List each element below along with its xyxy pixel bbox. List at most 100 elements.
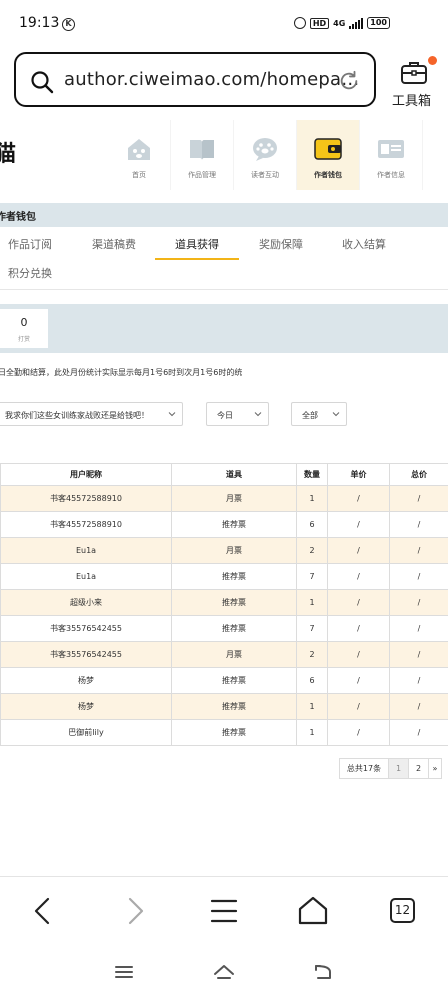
paw-chat-icon: [253, 138, 277, 161]
main-nav: 首页 作品管理 读者互动 作者钱包 作者信息: [108, 120, 423, 190]
cell-unit-price: /: [327, 537, 390, 564]
cell-item: 推荐票: [171, 563, 297, 590]
book-select-value: 我求你们这些女训练家战败还是给钱吧！: [5, 411, 149, 420]
active-tab-underline: [155, 258, 239, 260]
wallet-icon: [314, 138, 342, 160]
tab-income-settlement[interactable]: 收入结算: [342, 236, 386, 252]
tab-points-exchange[interactable]: 积分兑换: [8, 265, 52, 281]
cell-unit-price: /: [327, 719, 390, 746]
reload-icon[interactable]: [338, 70, 360, 92]
cell-quantity: 1: [296, 485, 328, 512]
tab-items-received[interactable]: 道具获得: [175, 236, 219, 252]
cell-nickname: Eu1a: [0, 537, 172, 564]
cell-total-price: /: [389, 615, 448, 642]
stats-band: [0, 304, 448, 353]
tab-switcher-button[interactable]: 12: [390, 898, 415, 923]
pagination: 总共17条 1 2 »: [339, 758, 442, 779]
tab-reward-guarantee[interactable]: 奖励保障: [259, 236, 303, 252]
cell-item: 推荐票: [171, 719, 297, 746]
nav-interaction[interactable]: 读者互动: [234, 120, 297, 190]
table-body: 书客45572588910 月票 1// 书客45572588910 推荐票 6// Eu1…: [0, 485, 448, 746]
cell-quantity: 1: [296, 589, 328, 616]
period-select[interactable]: 今日: [206, 402, 269, 426]
tab-channel-fee[interactable]: 渠道稿费: [92, 236, 136, 252]
toolbox-icon: [401, 62, 427, 84]
signal-icon: [349, 17, 364, 29]
alarm-icon: [293, 17, 306, 29]
col-total-price: 总价: [389, 463, 448, 486]
table-row: 书客35576542455 推荐票 7//: [0, 615, 448, 642]
table-row: 巴御前lily 推荐票 1//: [0, 719, 448, 746]
nav-label: 作品管理: [188, 171, 216, 179]
cell-unit-price: /: [327, 615, 390, 642]
chevron-down-icon: [254, 412, 262, 417]
cell-nickname: 书客35576542455: [0, 615, 172, 642]
table-row: Eu1a 月票 2//: [0, 537, 448, 564]
section-title: 作者钱包: [0, 212, 36, 223]
stat-label: 打赏: [17, 336, 30, 343]
cell-total-price: /: [389, 589, 448, 616]
home-icon: [128, 139, 150, 160]
cell-nickname: 书客45572588910: [0, 511, 172, 538]
cell-nickname: 书客45572588910: [0, 485, 172, 512]
notice-text: 日全勤和结算，此处月份统计实际显示每月1号6时到次月1号6时的统: [0, 368, 243, 377]
section-header: 作者钱包: [0, 203, 448, 227]
col-nickname: 用户昵称: [0, 463, 172, 486]
cell-nickname: Eu1a: [0, 563, 172, 590]
network-label: 4G: [333, 18, 346, 28]
nav-profile[interactable]: 作者信息: [360, 120, 423, 190]
cell-unit-price: /: [327, 693, 390, 720]
nav-wallet[interactable]: 作者钱包: [297, 120, 360, 190]
system-back-icon[interactable]: [312, 960, 336, 984]
cell-item: 推荐票: [171, 511, 297, 538]
tab-subscription[interactable]: 作品订阅: [8, 236, 52, 252]
nav-label: 读者互动: [251, 171, 279, 179]
nav-label: 作者钱包: [314, 171, 342, 179]
table-row: 杨梦 推荐票 6//: [0, 667, 448, 694]
cell-total-price: /: [389, 537, 448, 564]
k-badge-icon: K: [62, 18, 75, 31]
back-icon[interactable]: [26, 893, 62, 929]
cell-unit-price: /: [327, 563, 390, 590]
battery-icon: 100: [367, 17, 390, 29]
page-1-button[interactable]: 1: [388, 758, 409, 779]
page-2-button[interactable]: 2: [408, 758, 429, 779]
type-select[interactable]: 全部: [291, 402, 347, 426]
col-unit-price: 单价: [327, 463, 390, 486]
nav-label: 作者信息: [377, 171, 405, 179]
bottom-divider: [0, 876, 448, 877]
nav-home[interactable]: 首页: [108, 120, 171, 190]
pagination-total: 总共17条: [339, 758, 389, 779]
chevron-down-icon: [168, 412, 176, 417]
address-bar[interactable]: author.ciweimao.com/homepa…: [14, 52, 376, 107]
nav-label: 首页: [132, 171, 146, 179]
cell-unit-price: /: [327, 667, 390, 694]
stat-card-tips: 0 打赏: [0, 309, 48, 348]
cell-quantity: 6: [296, 511, 328, 538]
cell-item: 月票: [171, 641, 297, 668]
cell-total-price: /: [389, 719, 448, 746]
system-menu-icon[interactable]: [112, 960, 136, 984]
cell-item: 月票: [171, 537, 297, 564]
cell-total-price: /: [389, 511, 448, 538]
cell-nickname: 巴御前lily: [0, 719, 172, 746]
next-page-button[interactable]: »: [428, 758, 442, 779]
book-select[interactable]: 我求你们这些女训练家战败还是给钱吧！: [0, 402, 183, 426]
status-time: 19:13: [19, 15, 60, 31]
home-icon[interactable]: [295, 893, 331, 929]
cell-item: 推荐票: [171, 589, 297, 616]
cell-quantity: 2: [296, 537, 328, 564]
forward-icon[interactable]: [116, 893, 152, 929]
url-text[interactable]: author.ciweimao.com/homepa…: [64, 69, 359, 90]
cell-nickname: 杨梦: [0, 693, 172, 720]
cell-quantity: 1: [296, 719, 328, 746]
nav-works[interactable]: 作品管理: [171, 120, 234, 190]
toolbox-button[interactable]: 工具箱: [390, 56, 438, 109]
system-home-icon[interactable]: [212, 960, 236, 984]
site-logo[interactable]: 猫: [0, 136, 16, 168]
cell-total-price: /: [389, 641, 448, 668]
notification-dot: [428, 56, 437, 65]
hd-icon: HD: [309, 17, 330, 29]
menu-icon[interactable]: [206, 893, 242, 929]
cell-quantity: 6: [296, 667, 328, 694]
